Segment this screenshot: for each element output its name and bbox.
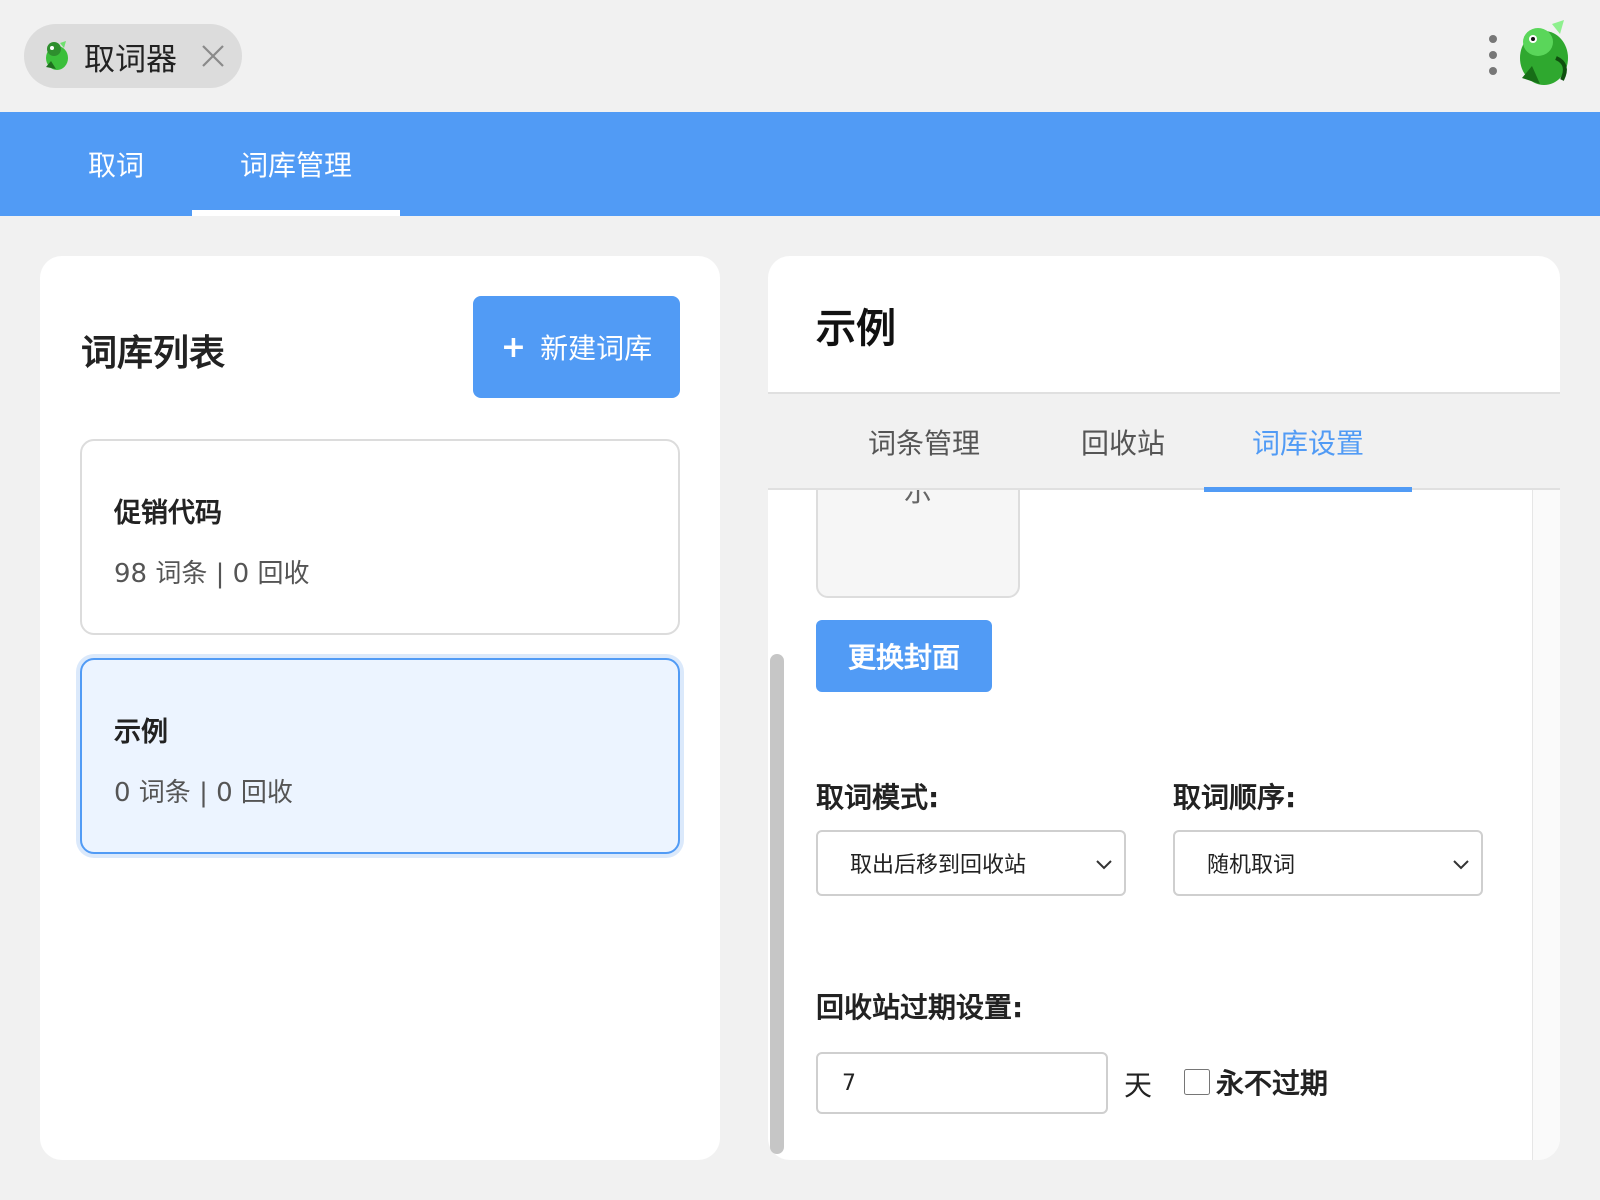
- library-detail-title: 示例: [816, 306, 896, 352]
- detail-tabs: 词条管理 回收站 词库设置: [768, 392, 1560, 492]
- new-library-button[interactable]: + 新建词库: [473, 296, 680, 398]
- cover-preview: 示: [816, 490, 1020, 598]
- library-item-selected[interactable]: 示例 0 词条 | 0 回收: [80, 658, 680, 854]
- library-item-meta: 0 词条 | 0 回收: [114, 778, 293, 808]
- never-expire-toggle[interactable]: 永不过期: [1184, 1062, 1328, 1102]
- dragon-avatar-icon[interactable]: [1512, 18, 1576, 90]
- plus-icon: +: [500, 329, 527, 365]
- new-library-label: 新建词库: [540, 332, 653, 365]
- never-expire-checkbox[interactable]: [1184, 1069, 1210, 1095]
- app-title: 取词器: [84, 41, 177, 78]
- main-nav: 取词 词库管理: [0, 112, 1600, 216]
- library-detail-panel: 示例 词条管理 回收站 词库设置 示 更换封面 取词模式: 取出后移到回收站 取…: [768, 256, 1560, 1160]
- library-list-heading: 词库列表: [81, 333, 226, 374]
- mode-select[interactable]: 取出后移到回收站: [816, 830, 1126, 896]
- tab-entry-management[interactable]: 词条管理: [838, 394, 1010, 490]
- cover-text: 示: [903, 490, 932, 508]
- close-icon[interactable]: [200, 43, 226, 69]
- tab-library-settings[interactable]: 词库设置: [1204, 394, 1412, 492]
- expiry-days-input[interactable]: [816, 1052, 1108, 1114]
- scrollbar-track[interactable]: [1532, 490, 1560, 1160]
- mode-select-value: 取出后移到回收站: [850, 853, 1027, 878]
- library-item-name: 促销代码: [114, 498, 222, 529]
- chevron-down-icon: [1096, 860, 1112, 870]
- change-cover-button[interactable]: 更换封面: [816, 620, 992, 692]
- library-item-name: 示例: [114, 717, 168, 748]
- app-tab[interactable]: 取词器: [24, 24, 242, 88]
- order-select-value: 随机取词: [1207, 853, 1296, 878]
- tab-recycle-bin[interactable]: 回收站: [1048, 394, 1198, 490]
- tab-extract[interactable]: 取词: [54, 112, 178, 216]
- dragon-icon: [46, 41, 68, 70]
- scrollbar-thumb[interactable]: [770, 654, 784, 1154]
- library-item[interactable]: 促销代码 98 词条 | 0 回收: [80, 439, 680, 635]
- order-select[interactable]: 随机取词: [1173, 830, 1483, 896]
- title-bar: 取词器: [0, 0, 1600, 112]
- order-label: 取词顺序:: [1173, 781, 1297, 814]
- never-expire-label: 永不过期: [1216, 1067, 1329, 1100]
- expiry-label: 回收站过期设置:: [816, 991, 1024, 1024]
- chevron-down-icon: [1453, 860, 1469, 870]
- tab-library-management[interactable]: 词库管理: [192, 112, 400, 216]
- library-item-meta: 98 词条 | 0 回收: [114, 559, 310, 589]
- mode-label: 取词模式:: [816, 781, 940, 814]
- expiry-unit: 天: [1124, 1069, 1153, 1102]
- settings-content[interactable]: 示 更换封面 取词模式: 取出后移到回收站 取词顺序: 随机取词 回收站过期设置…: [768, 490, 1560, 1160]
- library-list-panel: 词库列表 + 新建词库 促销代码 98 词条 | 0 回收 示例 0 词条 | …: [40, 256, 720, 1160]
- more-vertical-icon[interactable]: [1478, 30, 1508, 80]
